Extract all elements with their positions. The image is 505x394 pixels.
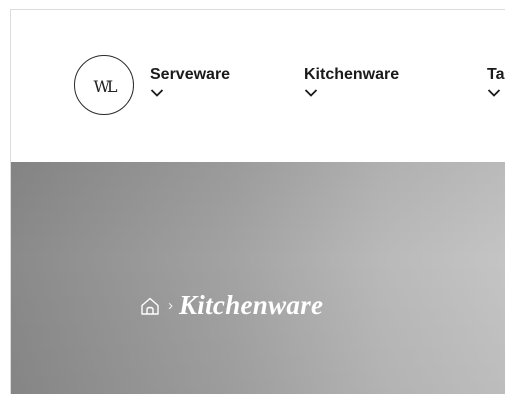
breadcrumb-separator: › [168, 297, 173, 314]
breadcrumb-current-page: Kitchenware [179, 290, 324, 320]
nav-item-serveware[interactable]: Serveware [150, 66, 230, 98]
home-icon[interactable] [139, 295, 161, 317]
chevron-down-icon [150, 89, 164, 97]
nav-item-label: Serveware [150, 66, 231, 83]
nav-item-label: Kitchenware [304, 66, 400, 83]
page-hero-banner: › Kitchenware [11, 162, 505, 394]
chevron-down-icon [487, 89, 501, 97]
page-frame: WL Serveware Kitchenware Ta › Kitchenwar… [10, 9, 505, 394]
breadcrumb: › Kitchenware [139, 290, 323, 321]
nav-item-tableware[interactable]: Ta [487, 66, 504, 98]
hero-overlay [11, 162, 505, 394]
chevron-down-icon [304, 89, 318, 97]
brand-logo[interactable]: WL [74, 55, 134, 115]
brand-logo-monogram: WL [93, 76, 117, 96]
nav-item-label: Ta [487, 66, 505, 83]
nav-item-kitchenware[interactable]: Kitchenware [304, 66, 399, 98]
site-header: WL Serveware Kitchenware Ta [11, 10, 505, 162]
